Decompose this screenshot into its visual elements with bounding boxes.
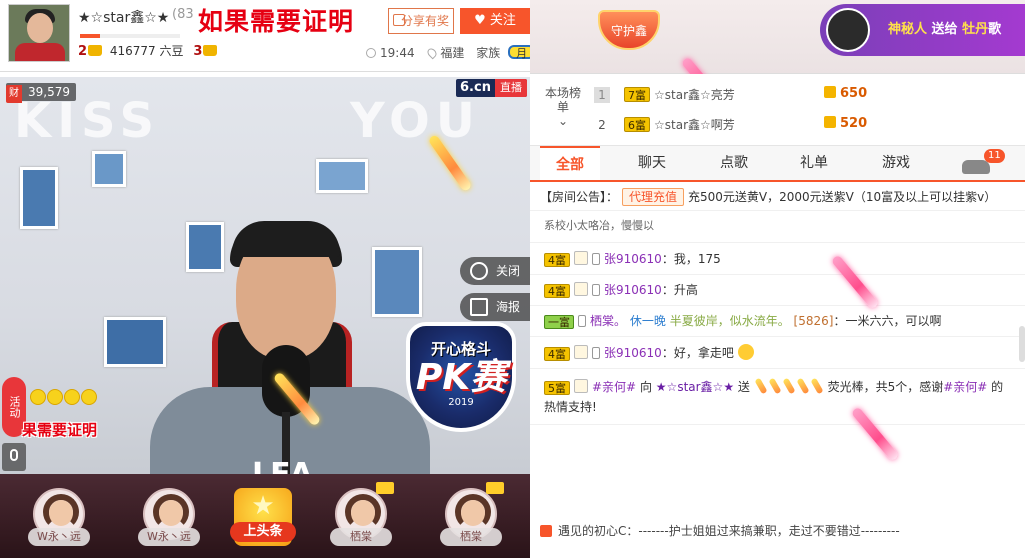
glowstick-icon — [782, 377, 796, 395]
guard-item[interactable]: 栖棠 — [326, 482, 396, 546]
phone-icon — [592, 284, 600, 296]
overlay-title-bottom: 果需要证明 — [22, 421, 98, 439]
glowstick-icon — [810, 377, 824, 395]
family-label[interactable]: 家族 — [476, 46, 500, 60]
live-video[interactable]: KISS YOU LEA 财39,579 6.cn直播 关闭 海报 开心格斗 P… — [0, 77, 530, 474]
guard-item[interactable]: W永丶远 — [24, 488, 94, 546]
anchor-name[interactable]: ★☆star鑫☆★ — [78, 7, 169, 27]
ranking-score: 520 — [824, 116, 867, 131]
chat-username[interactable]: 张910610 — [604, 283, 662, 297]
tab-all[interactable]: 全部 — [540, 146, 600, 180]
image-icon — [470, 298, 488, 316]
chat-tabs: 全部 聊天 点歌 礼单 游戏 — [530, 146, 1025, 182]
chat-username[interactable]: 张910610 — [604, 346, 662, 360]
chat-username[interactable]: 张910610 — [604, 252, 662, 266]
tab-gift-list[interactable]: 礼单 — [784, 146, 844, 180]
chat-panel: 【房间公告】： 代理充值 充500元送黄V，2000元送紫V（10富及以上可以挂紫v… — [530, 182, 1025, 512]
gold-coins — [30, 389, 98, 408]
viewer-count-badge: 财 39,579 — [6, 83, 76, 103]
voice-button[interactable] — [2, 443, 26, 471]
live-badge: 6.cn 直播 — [456, 79, 527, 97]
chat-message: 4富 张910610：好，拿走吧 — [544, 343, 1014, 363]
overlay-song-title: 如果需要证明 — [198, 7, 355, 36]
ranking-row[interactable]: 1 7富 ☆star鑫☆亮芳 — [594, 84, 735, 106]
poster-button[interactable]: 海报 — [460, 293, 530, 321]
anchor-avatar[interactable] — [8, 4, 70, 62]
gift-broadcast: 神秘人 送给 牡丹歌 — [820, 4, 1025, 56]
glowstick-icon — [754, 377, 768, 395]
you-effect-text: YOU — [350, 93, 481, 149]
wealth-icon: 财 — [6, 85, 22, 103]
chat-message: 一富 栖棠。 休一晚 半夏彼岸，似水流年。 [5826]：一米六六，可以啊 — [544, 311, 1014, 331]
chat-scrollbar[interactable] — [1019, 326, 1025, 362]
pk-event-badge[interactable]: 开心格斗 PK赛 2019 — [406, 322, 516, 432]
level-progress-bar — [80, 34, 180, 38]
crown-icon — [376, 482, 394, 494]
phone-icon — [578, 315, 586, 327]
user-icon — [574, 345, 588, 359]
chevron-down-icon: ⌄ — [557, 114, 569, 128]
car-icon[interactable] — [962, 160, 990, 174]
ranking-row[interactable]: 2 6富 ☆star鑫☆啊芳 — [594, 114, 735, 136]
microphone-icon — [10, 449, 18, 461]
tab-song[interactable]: 点歌 — [704, 146, 764, 180]
bottom-notice: 遇见的初心C：-------护士姐姐过来搞兼职，走过不要错过--------- — [540, 522, 1020, 539]
chat-message: 4富 张910610：升高 — [544, 280, 1014, 300]
anchor-id: (83 — [172, 7, 194, 22]
coin-icon — [824, 116, 836, 128]
phone-icon — [592, 347, 600, 359]
coin-icon — [824, 86, 836, 98]
crown-icon — [203, 45, 218, 56]
bean-count: 416777 六豆 — [109, 44, 184, 58]
headline-button[interactable]: ★ 上头条 — [230, 488, 296, 546]
guard-item[interactable]: W永丶远 — [134, 488, 204, 546]
gift-icon — [393, 14, 405, 26]
chat-gift-message: 5富 #亲何# 向 ★☆star鑫☆★ 送 荧光棒，共5个，感谢#亲何# 的热情支… — [544, 377, 1014, 417]
crown-icon — [486, 482, 504, 494]
ranking-label[interactable]: 本场榜单 ⌄ — [544, 86, 582, 128]
phone-icon — [592, 253, 600, 265]
level-left: 2 — [78, 44, 88, 59]
user-icon — [574, 379, 588, 393]
tab-games[interactable]: 游戏 — [866, 146, 926, 180]
room-notice: 【房间公告】： 代理充值 充500元送黄V，2000元送紫V（10富及以上可以挂紫v… — [540, 188, 997, 206]
star-icon: ★ — [251, 491, 275, 521]
tab-chat[interactable]: 聊天 — [622, 146, 682, 180]
crown-icon — [88, 45, 103, 56]
broadcast-avatar — [826, 8, 870, 52]
share-button[interactable]: 分享有奖 — [388, 8, 454, 34]
shirt-text: LEA — [252, 457, 313, 474]
glowstick-icon — [796, 377, 810, 395]
chat-message: 4富 张910610：我，175 — [544, 249, 1014, 269]
chat-username[interactable]: 栖棠。 — [590, 314, 626, 328]
notice-icon — [540, 525, 552, 537]
chat-message-cut: 系校小太咯冶，慢慢以 — [544, 219, 654, 231]
user-icon — [574, 282, 588, 296]
emoji-icon — [737, 344, 754, 360]
close-video-button[interactable]: 关闭 — [460, 257, 530, 285]
power-icon — [470, 262, 488, 280]
kiss-effect-text: KISS — [14, 93, 161, 149]
follow-button[interactable]: ♥ 关注 — [460, 8, 530, 34]
clock-icon — [366, 48, 376, 58]
ranking-score: 650 — [824, 86, 867, 101]
glowstick-icon — [768, 377, 782, 395]
user-icon — [574, 251, 588, 265]
heart-icon: ♥ — [474, 13, 490, 28]
recharge-tag[interactable]: 代理充值 — [622, 188, 685, 206]
location: 福建 — [440, 46, 465, 60]
live-time: 19:44 — [380, 46, 415, 60]
location-icon — [426, 46, 439, 60]
level-right: 3 — [193, 44, 203, 59]
anchor-stats: 2 416777 六豆 3 — [78, 42, 221, 59]
anchor-meta: 19:44 福建 家族 月 — [366, 44, 536, 61]
chat-username[interactable]: #亲何# — [592, 380, 636, 394]
car-count-badge: 11 — [984, 149, 1005, 163]
guard-item[interactable]: 栖棠 — [436, 482, 506, 546]
